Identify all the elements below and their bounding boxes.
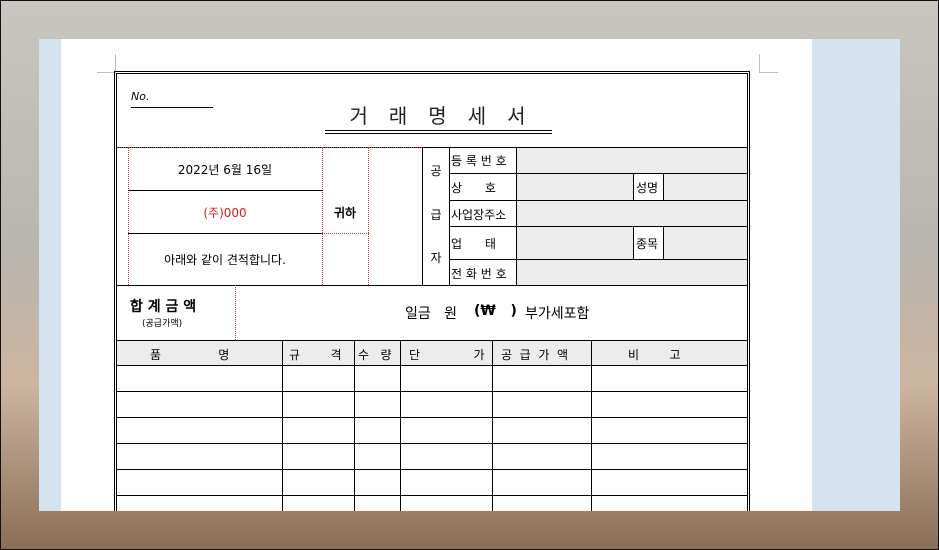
won-symbol: (₩ ) [474, 303, 517, 319]
recipient-suffix: 귀하 [333, 205, 357, 220]
divider [354, 340, 355, 511]
divider [235, 285, 236, 340]
divider [492, 340, 493, 511]
header-remark: 비 고 [628, 348, 681, 362]
no-underline [131, 107, 213, 108]
table-row[interactable] [117, 391, 747, 392]
workspace-left-margin [39, 39, 61, 511]
title-underline-double [325, 133, 552, 134]
note-text: 아래와 같이 견적합니다. [164, 253, 286, 267]
divider [368, 147, 369, 285]
company-label: 상 호 [451, 181, 496, 195]
address-label: 사업장주소 [451, 208, 507, 222]
divider [117, 365, 747, 366]
table-row[interactable] [117, 495, 747, 496]
item-type-label: 종목 [636, 237, 659, 251]
divider [400, 340, 401, 511]
divider [516, 147, 517, 285]
divider [449, 147, 450, 285]
divider [117, 285, 747, 286]
issue-date: 2022년 6월 16일 [177, 162, 273, 177]
workspace-right-margin [812, 39, 900, 511]
no-label: No. [131, 90, 150, 103]
table-row[interactable] [117, 443, 747, 444]
vat-text: 부가세포함 [525, 306, 590, 322]
table-row[interactable] [117, 417, 747, 418]
supplier-value-area [517, 148, 747, 285]
business-type-label: 업 태 [451, 237, 496, 251]
divider [663, 173, 664, 200]
supplier-vertical-2: 급 [430, 208, 442, 222]
header-price: 단 가 [409, 348, 485, 362]
title-underline [325, 130, 552, 131]
divider [449, 173, 747, 174]
header-supply: 공 급 가 액 [501, 348, 569, 362]
supplier-vertical-1: 공 [430, 164, 442, 178]
recipient-name: (주)000 [203, 205, 247, 220]
phone-label: 전 화 번 호 [451, 267, 507, 281]
table-row[interactable] [117, 469, 747, 470]
divider [663, 226, 664, 259]
divider [282, 340, 283, 511]
crop-mark-top-right [759, 54, 778, 73]
divider [449, 200, 747, 201]
page-title: 거래명세서 [349, 104, 547, 128]
total-amount-text: 일금 원 [405, 306, 457, 322]
supplier-vertical-3: 자 [430, 251, 442, 265]
reg-no-label: 등 록 번 호 [451, 154, 507, 168]
divider [322, 233, 369, 234]
owner-name-label: 성명 [636, 181, 659, 195]
divider [449, 226, 747, 227]
header-qty: 수 량 [358, 348, 392, 362]
divider [591, 340, 592, 511]
invoice-form: No. 거래명세서 2022년 6월 16일 (주)000 귀하 아래와 같이 … [114, 71, 750, 511]
document-page[interactable]: No. 거래명세서 2022년 6월 16일 (주)000 귀하 아래와 같이 … [61, 39, 812, 511]
header-spec: 규 격 [289, 348, 342, 362]
header-item: 품 명 [150, 348, 230, 362]
total-sublabel: (공급가액) [142, 319, 183, 329]
total-label: 합 계 금 액 [130, 299, 197, 315]
divider [449, 259, 747, 260]
